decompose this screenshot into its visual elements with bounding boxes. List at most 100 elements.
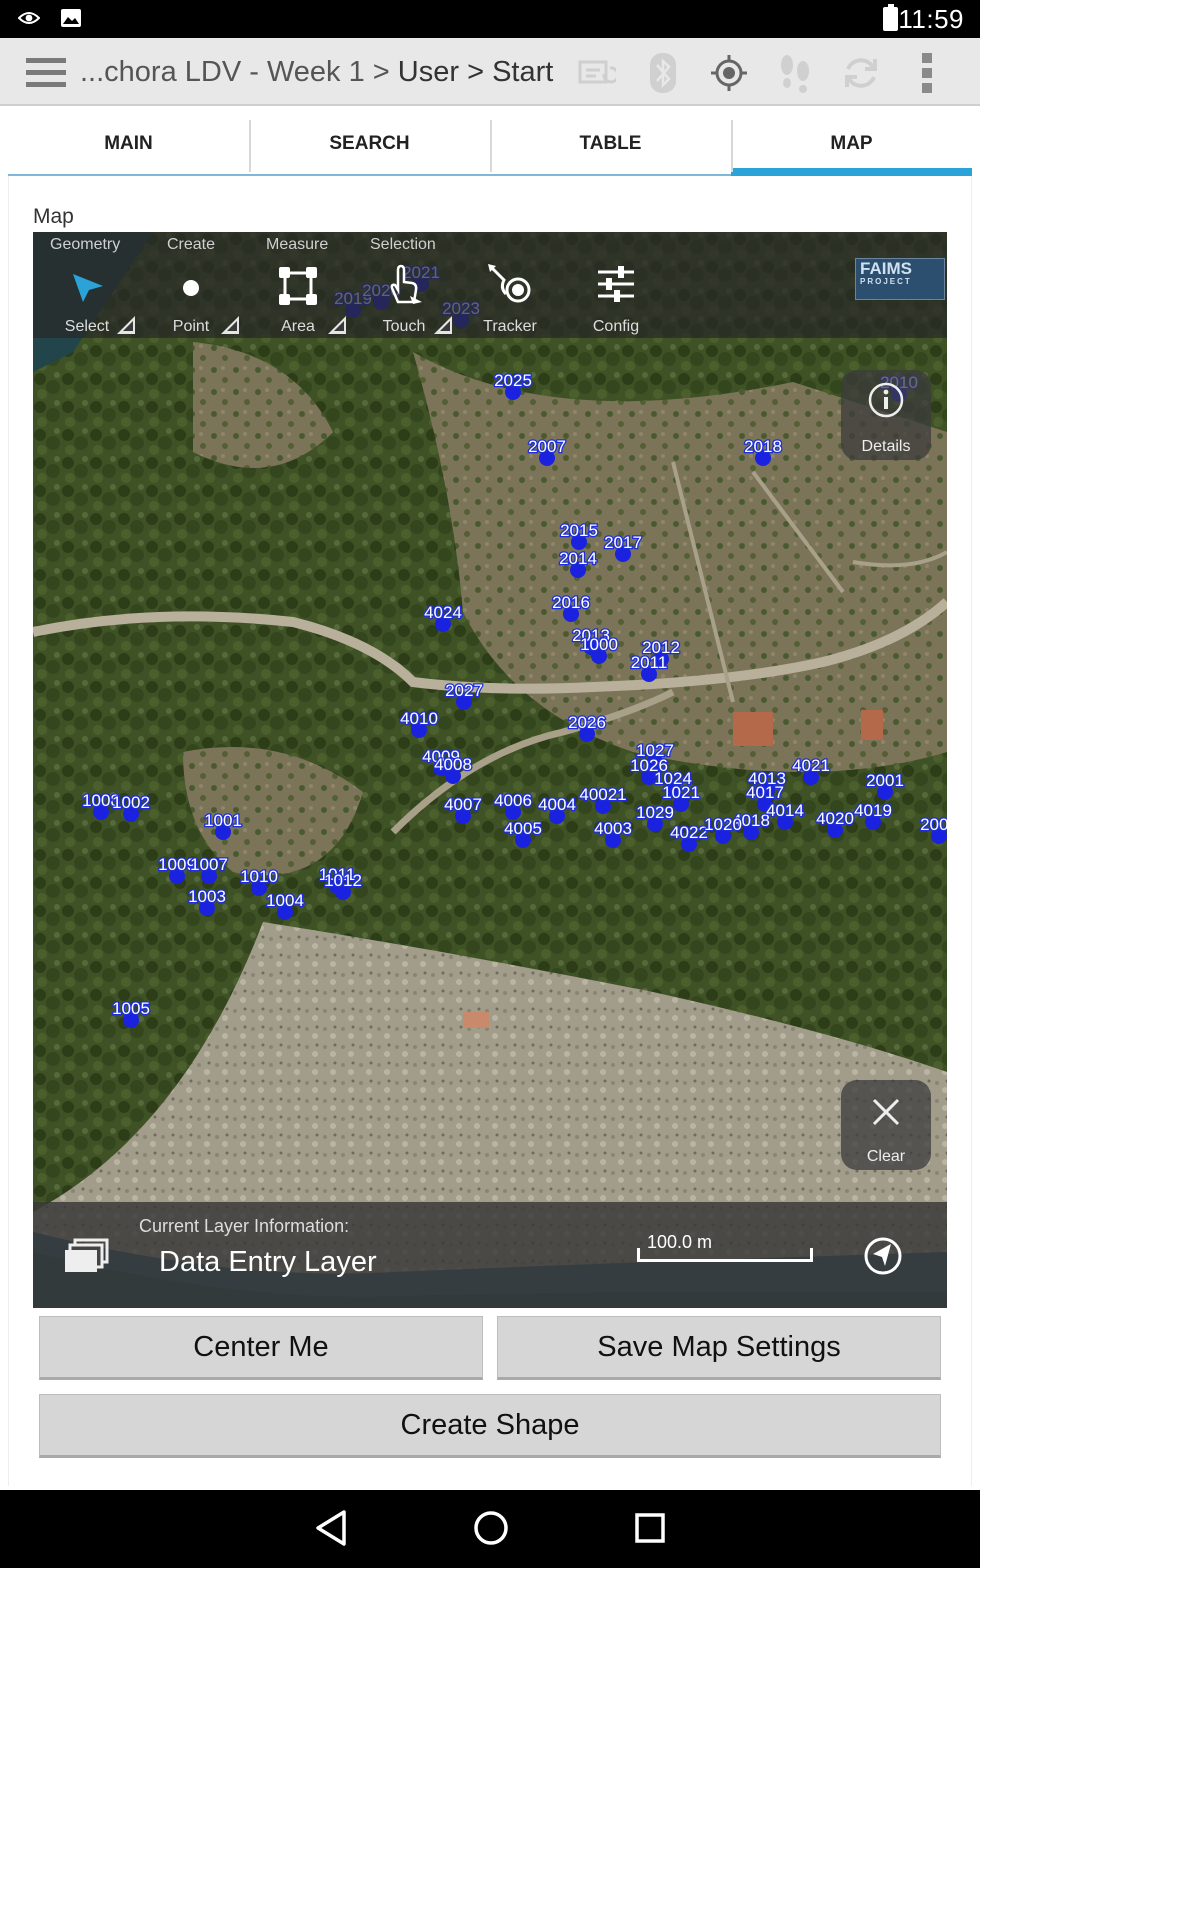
map-point-label: 1003 [188, 887, 226, 906]
map-point-marker[interactable]: 1020 [703, 814, 743, 844]
app-screen: { "status_bar": { "time": "11:59", "icon… [0, 0, 980, 1568]
map-point-marker[interactable]: 2011 [629, 652, 669, 682]
map-point-label: 4021 [792, 756, 830, 775]
tab-search[interactable]: SEARCH [249, 120, 490, 176]
tracker-steps-icon[interactable] [774, 52, 816, 94]
point-icon [183, 280, 199, 296]
map-point-marker[interactable]: 2016 [551, 592, 591, 622]
recents-icon[interactable] [634, 1508, 666, 1553]
select-arrow-icon [73, 274, 103, 302]
map-point-marker[interactable]: 2018 [743, 436, 783, 466]
overflow-menu-icon[interactable] [906, 52, 948, 94]
area-dropdown-corner[interactable] [328, 316, 346, 334]
map-point-marker[interactable]: 4005 [503, 818, 543, 848]
map-point-label: 4007 [444, 795, 482, 814]
touch-tool-label: Touch [382, 318, 426, 335]
map-point-marker[interactable]: 4021 [791, 755, 831, 785]
compass-icon[interactable] [863, 1236, 903, 1281]
map-point-marker[interactable]: 4020 [815, 808, 855, 838]
current-layer-name[interactable]: Data Entry Layer [159, 1246, 377, 1279]
map-point-marker[interactable]: 2027 [444, 680, 484, 710]
breadcrumb-module[interactable]: ...chora LDV - Week 1 > [80, 56, 398, 88]
map-point-marker[interactable]: 2002 [919, 814, 947, 844]
back-icon[interactable] [314, 1508, 348, 1553]
map-point-marker[interactable]: 2026 [567, 712, 607, 742]
map-point-marker[interactable]: 2015 [559, 520, 599, 550]
map-point-label: 4024 [424, 603, 462, 622]
status-bar: 11:59 [0, 0, 980, 38]
map-point-label: 1007 [190, 855, 228, 874]
map-point-marker[interactable]: 1004 [265, 890, 305, 920]
create-shape-button[interactable]: Create Shape [39, 1394, 941, 1458]
map-point-marker[interactable]: 1005 [111, 998, 151, 1028]
tab-main[interactable]: MAIN [8, 120, 249, 176]
map-point-marker[interactable]: 4006 [493, 790, 533, 820]
touch-tool-button[interactable]: Touch [364, 262, 452, 336]
sync-status-icon[interactable] [576, 52, 618, 94]
map-point-marker[interactable]: 4024 [423, 602, 463, 632]
map-point-marker[interactable]: 1000 [579, 634, 619, 664]
touch-dropdown-corner[interactable] [434, 316, 452, 334]
touch-hand-icon [390, 264, 422, 304]
map-point-label: 2025 [494, 371, 532, 390]
map-point-marker[interactable]: 4007 [443, 794, 483, 824]
map-point-marker[interactable]: 4022 [669, 822, 709, 852]
map-point-marker[interactable]: 4003 [593, 818, 633, 848]
config-tool-label: Config [592, 318, 640, 335]
map-point-marker[interactable]: 4014 [765, 800, 805, 830]
map-point-marker[interactable]: 1007 [189, 854, 229, 884]
map-point-marker[interactable]: 1012 [323, 870, 363, 900]
map-point-marker[interactable]: 2025 [493, 370, 533, 400]
map-points-layer: 2010202520072018201520172014201640242013… [81, 262, 947, 1028]
tracker-icon [488, 264, 531, 303]
map-point-marker[interactable]: 2007 [527, 436, 567, 466]
select-tool-button[interactable]: Select [47, 262, 135, 336]
map-point-label: 1010 [240, 867, 278, 886]
map-point-label: 1000 [580, 635, 618, 654]
point-dropdown-corner[interactable] [221, 316, 239, 334]
details-button[interactable]: Details [841, 370, 931, 460]
bluetooth-icon[interactable] [642, 52, 684, 94]
map-point-label: 2027 [445, 681, 483, 700]
map-point-label: 1012 [324, 871, 362, 890]
clear-button[interactable]: Clear [841, 1080, 931, 1170]
tab-table[interactable]: TABLE [490, 120, 731, 176]
map-point-marker[interactable]: 2014 [558, 548, 598, 578]
map-view[interactable]: 2010202520072018201520172014201640242013… [33, 232, 947, 1308]
tracker-tool-button[interactable]: Tracker [470, 262, 550, 336]
map-point-marker[interactable]: 4004 [537, 794, 577, 824]
breadcrumb-page: Start [492, 56, 554, 88]
map-point-label: 1004 [266, 891, 304, 910]
map-point-marker[interactable]: 40021 [578, 784, 628, 814]
map-point-marker[interactable]: 1001 [203, 810, 243, 840]
save-map-settings-button[interactable]: Save Map Settings [497, 1316, 941, 1380]
map-point-marker[interactable]: 1002 [111, 792, 151, 822]
close-icon [872, 1098, 900, 1126]
point-tool-button[interactable]: Point [151, 262, 239, 336]
tab-map[interactable]: MAP [731, 120, 972, 176]
breadcrumb: ...chora LDV - Week 1 > User > Start [80, 56, 553, 89]
layers-icon[interactable] [63, 1238, 109, 1279]
area-tool-button[interactable]: Area [258, 262, 346, 336]
center-me-button[interactable]: Center Me [39, 1316, 483, 1380]
home-icon[interactable] [472, 1508, 510, 1553]
map-point-marker[interactable]: 2001 [865, 770, 905, 800]
scale-bar [637, 1248, 813, 1262]
map-point-label: 2002 [920, 815, 947, 834]
config-tool-button[interactable]: Config [576, 262, 656, 336]
hamburger-menu-icon[interactable] [26, 58, 66, 88]
map-point-marker[interactable]: 4019 [853, 800, 893, 830]
map-toolbar: Geometry Create Measure Selection Select… [33, 232, 947, 338]
map-point-marker[interactable]: 4008 [433, 754, 473, 784]
select-dropdown-corner[interactable] [117, 316, 135, 334]
map-point-marker[interactable]: 4010 [399, 708, 439, 738]
map-point-label: 2017 [604, 533, 642, 552]
map-point-label: 4019 [854, 801, 892, 820]
breadcrumb-user[interactable]: User [398, 56, 459, 88]
map-point-label: 1029 [636, 803, 674, 822]
map-point-marker[interactable]: 1029 [635, 802, 675, 832]
sync-icon[interactable] [840, 52, 882, 94]
gps-icon[interactable] [708, 52, 750, 94]
map-point-marker[interactable]: 1003 [187, 886, 227, 916]
map-point-marker[interactable]: 2017 [603, 532, 643, 562]
